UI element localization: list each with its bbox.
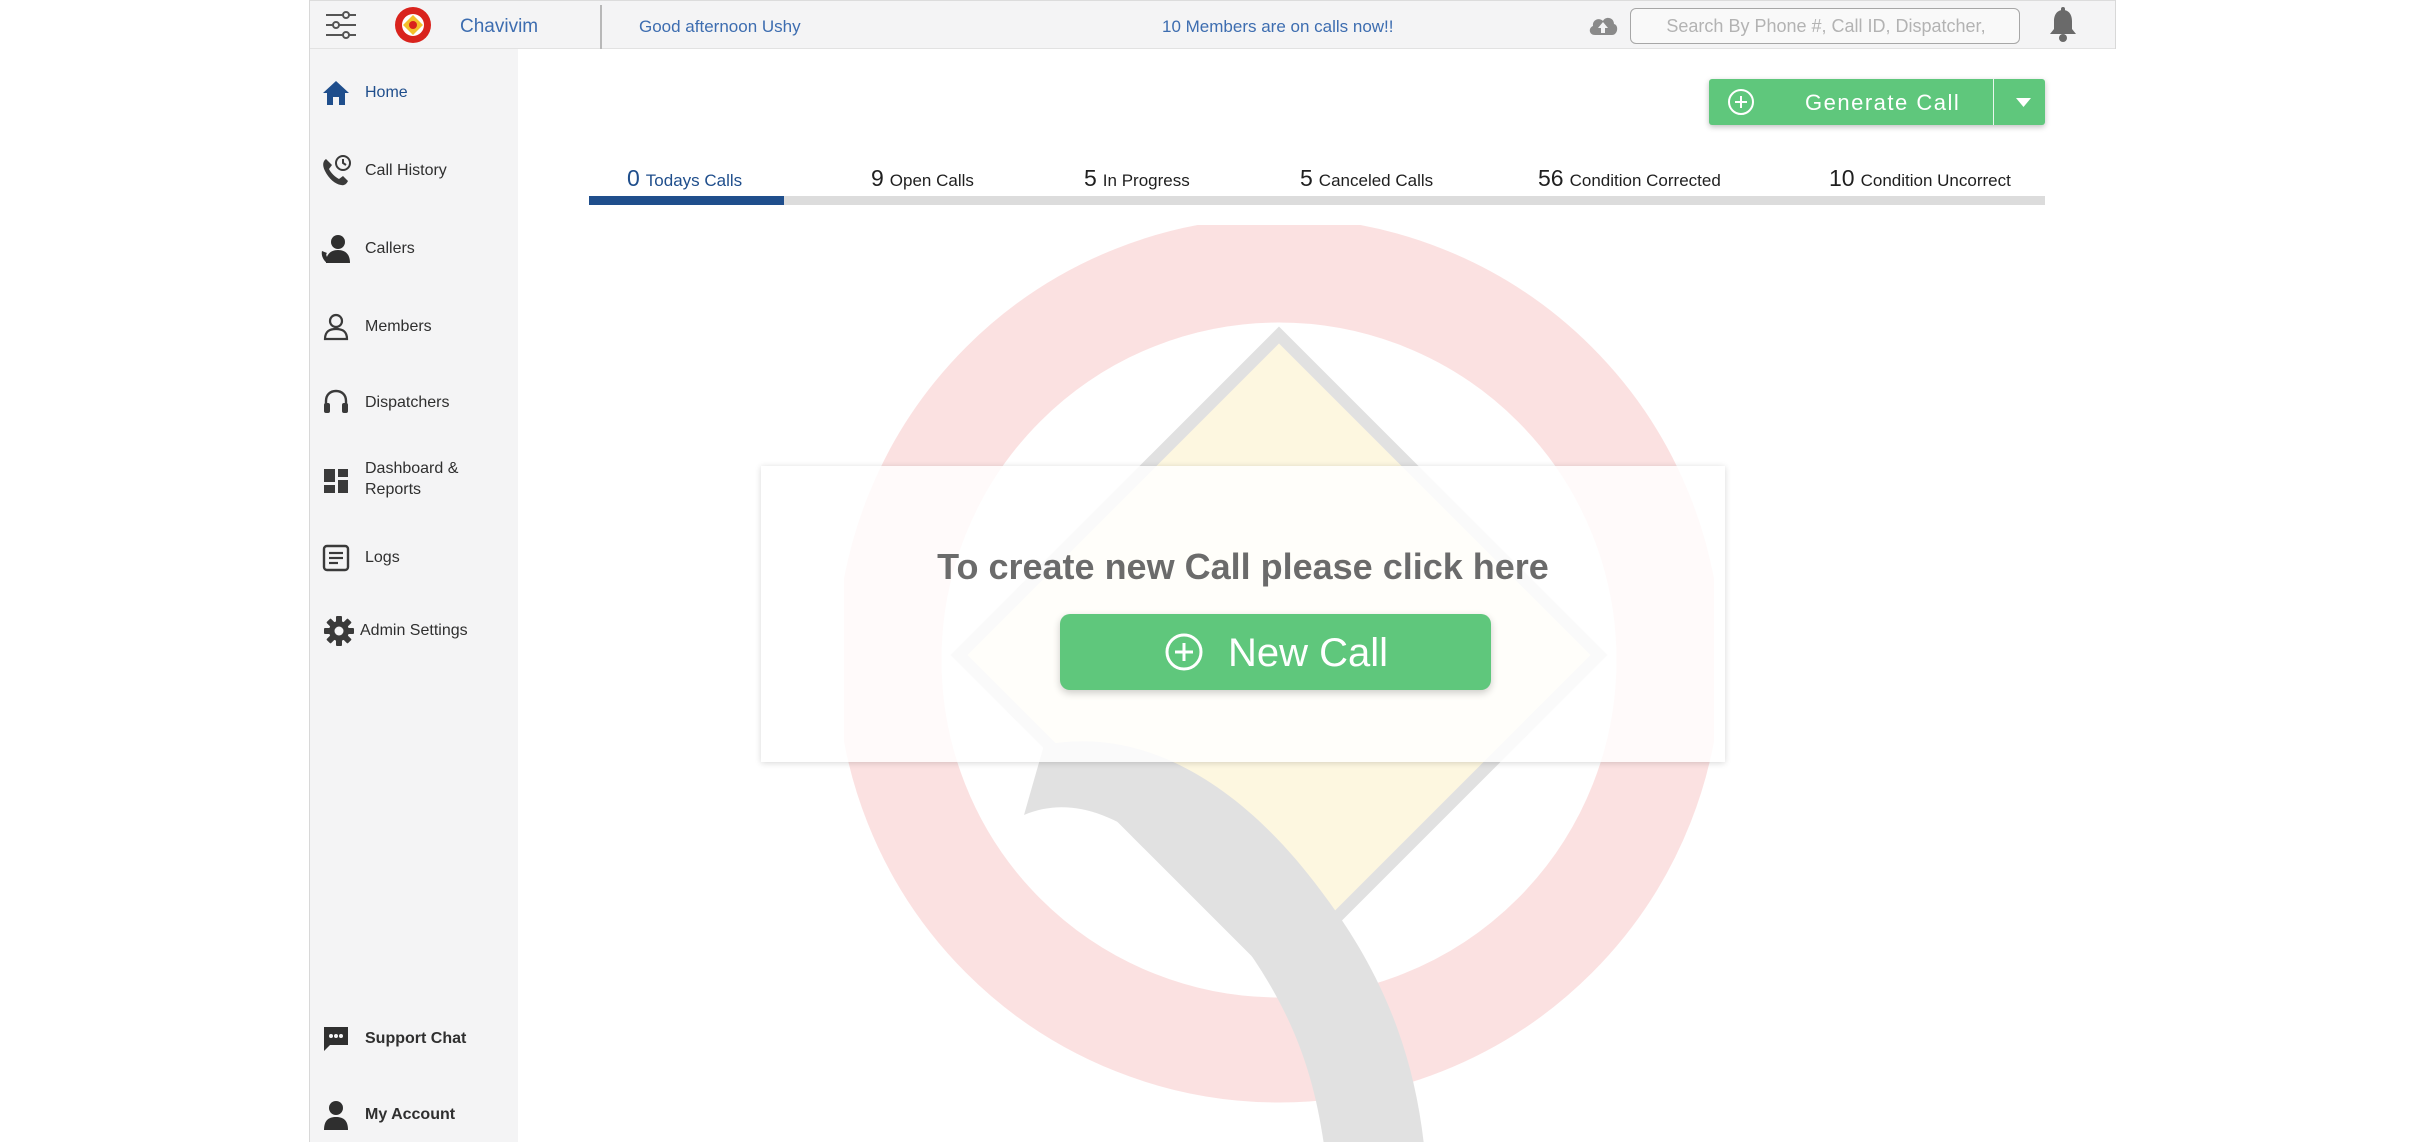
sidebar-item-label: Members bbox=[365, 318, 432, 335]
plus-circle-icon bbox=[1164, 632, 1204, 672]
app-window: Chavivim Good afternoon Ushy 10 Members … bbox=[309, 0, 2116, 1142]
tab-canceled-calls[interactable]: 5 Canceled Calls bbox=[1300, 165, 1433, 195]
top-bar: Chavivim Good afternoon Ushy 10 Members … bbox=[310, 0, 2115, 49]
sidebar-item-label: Home bbox=[365, 84, 408, 101]
dashboard-icon bbox=[320, 465, 352, 497]
generate-call-button[interactable]: Generate Call bbox=[1709, 79, 2045, 125]
tab-label: Canceled Calls bbox=[1318, 171, 1434, 190]
account-icon bbox=[320, 1099, 352, 1131]
call-history-icon bbox=[320, 155, 352, 187]
app-logo[interactable] bbox=[394, 6, 432, 44]
sidebar-item-my-account[interactable]: My Account bbox=[310, 1091, 518, 1139]
sidebar-item-label: My Account bbox=[365, 1106, 456, 1123]
sidebar-item-label: Dispatchers bbox=[365, 394, 450, 411]
new-call-card: To create new Call please click here New… bbox=[761, 466, 1725, 762]
tab-count: 9 bbox=[871, 165, 884, 191]
tab-count: 10 bbox=[1829, 165, 1855, 191]
bell-icon[interactable] bbox=[2047, 7, 2079, 43]
sidebar: Home Call History Callers Members Dispat… bbox=[310, 49, 518, 1142]
app-name: Chavivim bbox=[460, 16, 539, 37]
topbar-divider bbox=[600, 5, 602, 49]
tab-count: 0 bbox=[627, 165, 640, 191]
plus-circle-icon bbox=[1727, 88, 1755, 116]
sidebar-item-admin-settings[interactable]: Admin Settings bbox=[310, 607, 518, 655]
sidebar-item-label: Support Chat bbox=[365, 1030, 467, 1047]
greeting-text: Good afternoon Ushy bbox=[639, 17, 801, 36]
sidebar-item-label-line2: Reports bbox=[365, 481, 422, 498]
call-status-tabs: 0 Todays Calls 9 Open Calls 5 In Progress 5… bbox=[589, 165, 2045, 207]
tab-open-calls[interactable]: 9 Open Calls bbox=[871, 165, 974, 195]
menu-toggle-icon[interactable] bbox=[324, 9, 358, 41]
cloud-upload-icon[interactable] bbox=[1587, 13, 1619, 37]
tab-count: 5 bbox=[1084, 165, 1097, 191]
chevron-down-icon[interactable] bbox=[2002, 79, 2045, 125]
sidebar-item-dispatchers[interactable]: Dispatchers bbox=[310, 379, 518, 427]
search-input[interactable] bbox=[1643, 13, 2009, 39]
logs-icon bbox=[320, 542, 352, 574]
tab-condition-uncorrect[interactable]: 10 Condition Uncorrect bbox=[1829, 165, 2011, 195]
button-separator bbox=[1993, 79, 1994, 125]
tab-label: Condition Uncorrect bbox=[1860, 171, 2011, 190]
tab-label: Condition Corrected bbox=[1569, 171, 1721, 190]
sidebar-item-support-chat[interactable]: Support Chat bbox=[310, 1015, 518, 1063]
generate-call-label: Generate Call bbox=[1805, 90, 1961, 115]
sidebar-item-logs[interactable]: Logs bbox=[310, 534, 518, 582]
chat-icon bbox=[320, 1023, 352, 1055]
sidebar-item-call-history[interactable]: Call History bbox=[310, 147, 518, 195]
tab-count: 5 bbox=[1300, 165, 1313, 191]
new-call-button[interactable]: New Call bbox=[1060, 614, 1491, 690]
sidebar-item-callers[interactable]: Callers bbox=[310, 225, 518, 273]
sidebar-item-label: Call History bbox=[365, 162, 447, 179]
search-box bbox=[1630, 8, 2020, 44]
callers-icon bbox=[320, 233, 352, 265]
sidebar-item-dashboard-reports[interactable]: Dashboard & Reports bbox=[310, 451, 518, 511]
main-content: Generate Call 0 Todays Calls 9 Open Calls … bbox=[519, 49, 2116, 1142]
person-icon bbox=[320, 311, 352, 343]
new-call-label: New Call bbox=[1228, 631, 1389, 675]
sidebar-item-label: Callers bbox=[365, 240, 415, 257]
tab-count: 56 bbox=[1538, 165, 1564, 191]
gear-icon bbox=[323, 615, 355, 647]
sidebar-item-home[interactable]: Home bbox=[310, 69, 518, 117]
tabs-track bbox=[589, 196, 2045, 205]
tab-in-progress[interactable]: 5 In Progress bbox=[1084, 165, 1190, 195]
sidebar-item-label: Dashboard & bbox=[365, 460, 459, 477]
tab-todays-calls[interactable]: 0 Todays Calls bbox=[627, 165, 742, 195]
members-on-calls-status: 10 Members are on calls now!! bbox=[1162, 17, 1394, 36]
sidebar-item-label: Admin Settings bbox=[360, 622, 468, 639]
active-tab-indicator bbox=[589, 196, 784, 205]
tab-label: Open Calls bbox=[889, 171, 974, 190]
new-call-prompt: To create new Call please click here bbox=[937, 546, 1549, 587]
sidebar-item-label: Logs bbox=[365, 549, 400, 566]
tab-label: Todays Calls bbox=[645, 171, 743, 190]
headset-icon bbox=[320, 387, 352, 419]
tab-label: In Progress bbox=[1102, 171, 1190, 190]
sidebar-item-members[interactable]: Members bbox=[310, 303, 518, 351]
home-icon bbox=[320, 77, 352, 109]
tab-condition-corrected[interactable]: 56 Condition Corrected bbox=[1538, 165, 1721, 195]
